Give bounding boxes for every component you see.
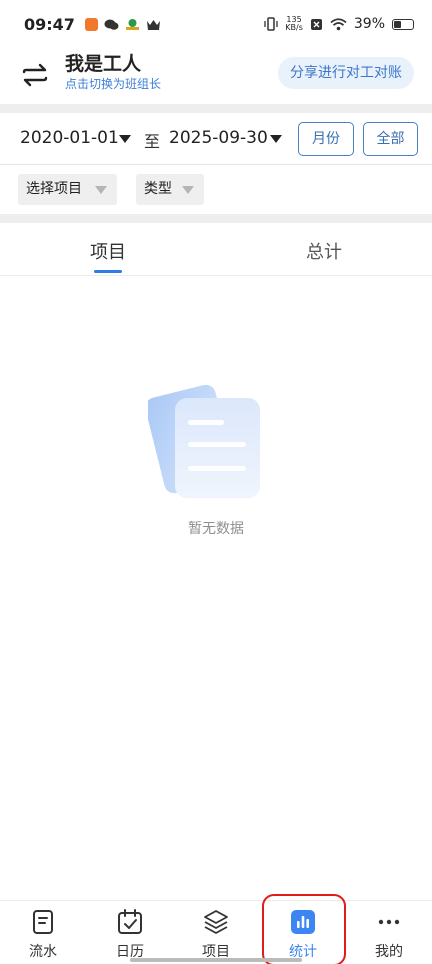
section-divider [0,214,432,223]
status-time: 09:47 [24,14,75,34]
bottom-nav: 流水 日历 项目 统计 我的 [0,900,432,964]
vibrate-icon [264,17,278,31]
calendar-icon [118,909,142,934]
header: 我是工人 点击切换为班组长 分享进行对工对账 [0,48,432,104]
date-range-separator: 至 [144,132,161,151]
role-switch[interactable]: 我是工人 点击切换为班组长 [65,52,161,92]
nav-item-mine[interactable]: 我的 [359,907,419,961]
type-filter-dropdown[interactable]: 类型 [136,174,204,205]
wifi-icon [330,17,347,30]
app-icon [125,18,139,30]
project-filter-dropdown[interactable]: 选择项目 [18,174,117,205]
more-icon [378,919,400,925]
nav-label-mine: 我的 [375,944,403,960]
wechat-icon [104,19,119,30]
empty-state-message: 暂无数据 [188,521,244,537]
end-date-dropdown-icon[interactable] [270,135,282,143]
battery-icon [392,18,414,30]
app-notification-icon [84,17,98,31]
battery-percent: 39% [353,16,385,32]
home-indicator[interactable] [130,958,302,962]
tab-project[interactable]: 项目 [58,238,158,264]
highlight-annotation [262,894,346,964]
end-date-picker[interactable]: 2025-09-30 [169,128,268,148]
active-tab-indicator [94,270,122,273]
layers-icon [204,910,228,934]
status-bar: 09:47 135 KB/s 39% [0,0,432,48]
battery-fill [394,20,401,28]
tab-total[interactable]: 总计 [274,238,374,264]
nav-item-project[interactable]: 项目 [186,907,246,961]
nav-label-flow: 流水 [29,944,57,960]
all-button[interactable]: 全部 [363,122,418,156]
status-left: 09:47 [24,15,161,34]
start-date-dropdown-icon[interactable] [119,135,131,143]
row-divider [0,164,432,165]
project-filter-label: 选择项目 [26,181,82,197]
crown-icon [146,19,160,30]
status-right: 135 KB/s 39% [264,16,414,32]
chevron-down-icon [95,186,107,194]
switch-role-icon[interactable] [18,58,52,92]
chevron-down-icon [182,186,194,194]
no-sim-icon [310,18,322,30]
nav-item-calendar[interactable]: 日历 [100,907,160,961]
switch-role-link[interactable]: 点击切换为班组长 [65,76,161,92]
section-divider [0,104,432,113]
net-speed-unit: KB/s [285,23,303,32]
start-date-picker[interactable]: 2020-01-01 [20,128,119,148]
month-button[interactable]: 月份 [298,122,354,156]
nav-item-flow[interactable]: 流水 [13,907,73,961]
empty-document-icon [148,384,260,498]
page-title: 我是工人 [65,53,142,75]
type-filter-label: 类型 [144,181,172,197]
share-reconcile-button[interactable]: 分享进行对工对账 [278,57,414,89]
tab-bar: 项目 总计 [0,224,432,276]
date-filter-row: 2020-01-01 至 2025-09-30 月份 全部 [0,116,432,164]
document-icon [33,910,53,934]
net-speed: 135 KB/s [285,16,303,32]
